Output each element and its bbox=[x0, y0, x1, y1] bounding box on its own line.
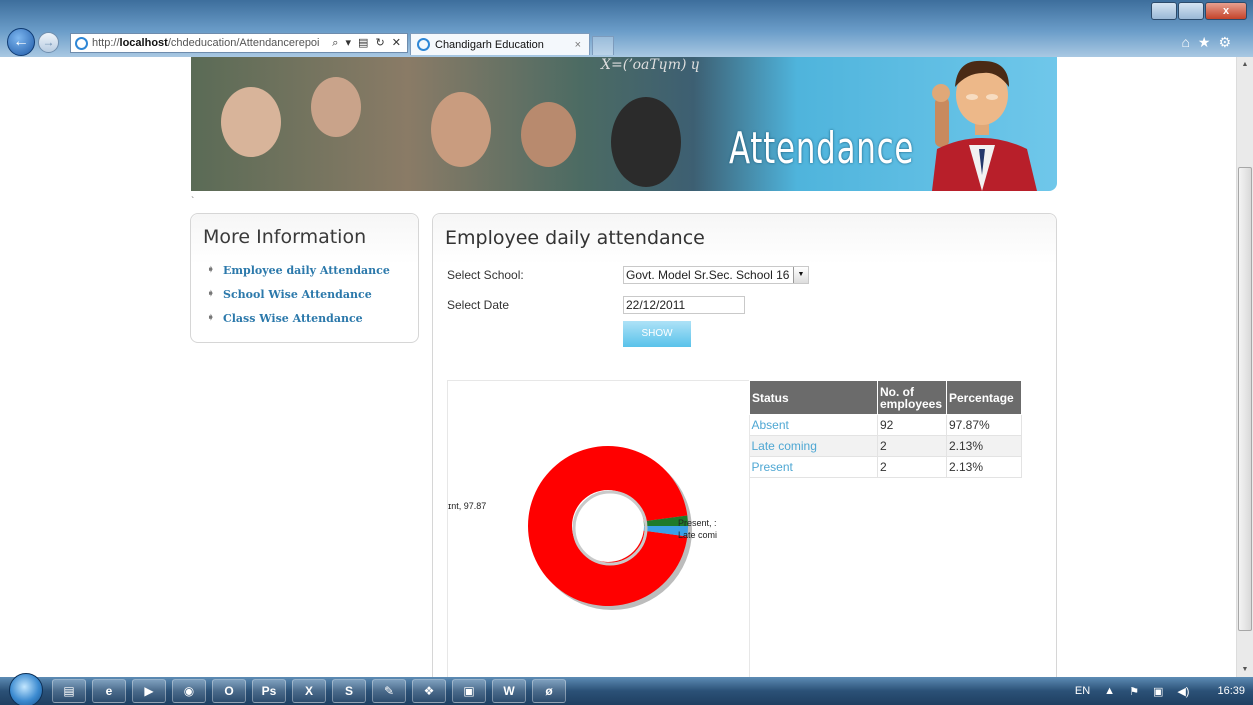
school-select[interactable]: Govt. Model Sr.Sec. School 16 ▼ bbox=[623, 266, 809, 284]
dropdown-arrow-icon[interactable]: ▼ bbox=[793, 267, 808, 283]
clock[interactable]: 16:39 bbox=[1217, 685, 1245, 697]
scroll-down-icon[interactable]: ▼ bbox=[1237, 662, 1253, 677]
taskbar-app-button[interactable]: e bbox=[92, 679, 126, 703]
taskbar-app-button[interactable]: X bbox=[292, 679, 326, 703]
url-host: localhost bbox=[119, 37, 168, 49]
back-button[interactable]: ← bbox=[7, 28, 35, 56]
taskbar-app-button[interactable]: ▶ bbox=[132, 679, 166, 703]
sidebar-item-label: School Wise Attendance bbox=[223, 287, 372, 301]
banner-chalk-text: X=(ʼoaTɥm) ɥ bbox=[601, 57, 700, 73]
taskbar-app-button[interactable]: Ps bbox=[252, 679, 286, 703]
header-status: Status bbox=[749, 380, 878, 415]
bullet-arrow-icon: ➧ bbox=[207, 313, 215, 323]
header-percentage: Percentage bbox=[946, 380, 1022, 415]
attendance-panel: Employee daily attendance Select School:… bbox=[432, 213, 1057, 684]
attendance-table: Status No. of employees Percentage Absen… bbox=[749, 380, 1022, 478]
url-prefix: http:// bbox=[92, 37, 120, 49]
sidebar-item-class-wise-attendance[interactable]: ➧ Class Wise Attendance bbox=[207, 306, 390, 330]
forward-button[interactable]: → bbox=[38, 32, 59, 53]
browser-tools-icons[interactable]: ⌂★⚙ bbox=[1181, 34, 1239, 51]
vertical-scrollbar[interactable]: ▲ ▼ bbox=[1236, 57, 1253, 677]
attendance-pie-chart: ɪnt, 97.87 Present, : Late comi bbox=[448, 446, 717, 610]
separator-mark: ` bbox=[191, 196, 195, 207]
address-controls[interactable]: ⌕ ▾ ▤ ↻ ✕ bbox=[328, 36, 407, 50]
tab-close-icon[interactable]: × bbox=[575, 39, 581, 51]
school-label: Select School: bbox=[447, 268, 524, 282]
language-indicator[interactable]: EN bbox=[1075, 685, 1090, 697]
volume-icon[interactable]: ◀) bbox=[1177, 685, 1189, 698]
url-path: /chdeducation/Attendancerepoi bbox=[167, 37, 320, 49]
count-cell: 2 bbox=[877, 456, 947, 478]
taskbar-app-button[interactable]: ø bbox=[532, 679, 566, 703]
window-controls: x bbox=[1150, 2, 1247, 20]
pie-data-label: Present, : bbox=[678, 518, 717, 528]
sidebar-item-employee-daily-attendance[interactable]: ➧ Employee daily Attendance bbox=[207, 258, 390, 282]
banner-photo-figure bbox=[311, 77, 361, 137]
count-cell: 92 bbox=[877, 414, 947, 436]
tray-expand-icon[interactable]: ▲ bbox=[1104, 685, 1115, 697]
tab-title: Chandigarh Education bbox=[435, 38, 544, 51]
sidebar-links: ➧ Employee daily Attendance ➧ School Wise … bbox=[207, 258, 390, 330]
table-header-row: Status No. of employees Percentage bbox=[749, 380, 1022, 415]
taskbar-app-button[interactable]: ▣ bbox=[452, 679, 486, 703]
percentage-cell: 2.13% bbox=[946, 435, 1022, 457]
pie-data-label: ɪnt, 97.87 bbox=[448, 501, 486, 511]
sidebar-item-school-wise-attendance[interactable]: ➧ School Wise Attendance bbox=[207, 282, 390, 306]
sidebar-item-label: Employee daily Attendance bbox=[223, 263, 390, 277]
banner-photo-figure bbox=[221, 87, 281, 157]
browser-toolbar: x ← → http://localhost/chdeducation/Atte… bbox=[0, 0, 1253, 57]
ie-tab-icon bbox=[417, 38, 430, 51]
banner-photo-figure bbox=[611, 97, 681, 187]
taskbar-app-button[interactable]: ✎ bbox=[372, 679, 406, 703]
minimize-button[interactable] bbox=[1151, 2, 1177, 20]
ie-page-icon bbox=[75, 36, 88, 50]
page-title: Employee daily attendance bbox=[445, 227, 705, 249]
network-icon[interactable]: ▣ bbox=[1153, 685, 1163, 698]
status-cell[interactable]: Absent bbox=[749, 414, 878, 436]
percentage-cell: 2.13% bbox=[946, 456, 1022, 478]
pie-data-label: Late comi bbox=[678, 530, 717, 540]
taskbar-app-button[interactable]: O bbox=[212, 679, 246, 703]
status-cell[interactable]: Present bbox=[749, 456, 878, 478]
banner-photo-figure bbox=[431, 92, 491, 167]
banner-title: Attendance bbox=[729, 123, 915, 174]
date-input[interactable]: 22/12/2011 bbox=[623, 296, 745, 314]
school-select-value: Govt. Model Sr.Sec. School 16 bbox=[626, 268, 790, 282]
count-cell: 2 bbox=[877, 435, 947, 457]
bullet-arrow-icon: ➧ bbox=[207, 265, 215, 275]
bullet-arrow-icon: ➧ bbox=[207, 289, 215, 299]
table-row: Late coming 2 2.13% bbox=[749, 435, 1022, 457]
maximize-button[interactable] bbox=[1178, 2, 1204, 20]
sidebar-title: More Information bbox=[203, 226, 367, 248]
banner-photo-figure bbox=[521, 102, 576, 167]
header-count: No. of employees bbox=[877, 380, 947, 415]
date-label: Select Date bbox=[447, 298, 510, 312]
show-button[interactable]: SHOW bbox=[623, 321, 691, 347]
taskbar-app-button[interactable]: ❖ bbox=[412, 679, 446, 703]
system-tray: EN ▲ ⚑ ▣ ◀) 16:39 bbox=[1061, 677, 1245, 705]
status-cell[interactable]: Late coming bbox=[749, 435, 878, 457]
new-tab-button[interactable] bbox=[592, 36, 614, 55]
table-row: Present 2 2.13% bbox=[749, 456, 1022, 478]
taskbar-app-button[interactable]: W bbox=[492, 679, 526, 703]
start-button[interactable] bbox=[9, 673, 43, 705]
attendance-chart: ɪnt, 97.87 Present, : Late comi bbox=[447, 380, 750, 684]
sidebar-item-label: Class Wise Attendance bbox=[223, 311, 363, 325]
windows-taskbar: ▤ e ▶ ◉ O Ps X S ✎ ❖ ▣ Wø EN ▲ ⚑ ▣ ◀) 16:39 bbox=[0, 673, 1253, 705]
table-row: Absent 92 97.87% bbox=[749, 414, 1022, 436]
taskbar-app-button[interactable]: S bbox=[332, 679, 366, 703]
attendance-banner: X=(ʼoaTɥm) ɥ Attendance bbox=[191, 57, 1057, 191]
close-window-button[interactable]: x bbox=[1205, 2, 1247, 20]
flag-icon[interactable]: ⚑ bbox=[1129, 685, 1139, 698]
taskbar-apps: ▤ e ▶ ◉ O Ps X S ✎ ❖ ▣ Wø bbox=[52, 679, 572, 703]
percentage-cell: 97.87% bbox=[946, 414, 1022, 436]
scroll-up-icon[interactable]: ▲ bbox=[1237, 57, 1253, 72]
taskbar-app-button[interactable]: ◉ bbox=[172, 679, 206, 703]
taskbar-app-button[interactable]: ▤ bbox=[52, 679, 86, 703]
more-information-panel: More Information ➧ Employee daily Attenda… bbox=[190, 213, 419, 343]
browser-tab[interactable]: Chandigarh Education × bbox=[410, 33, 590, 55]
student-mascot-icon bbox=[932, 60, 1037, 191]
scroll-thumb[interactable] bbox=[1238, 167, 1252, 631]
address-bar[interactable]: http://localhost/chdeducation/Attendance… bbox=[70, 33, 408, 53]
